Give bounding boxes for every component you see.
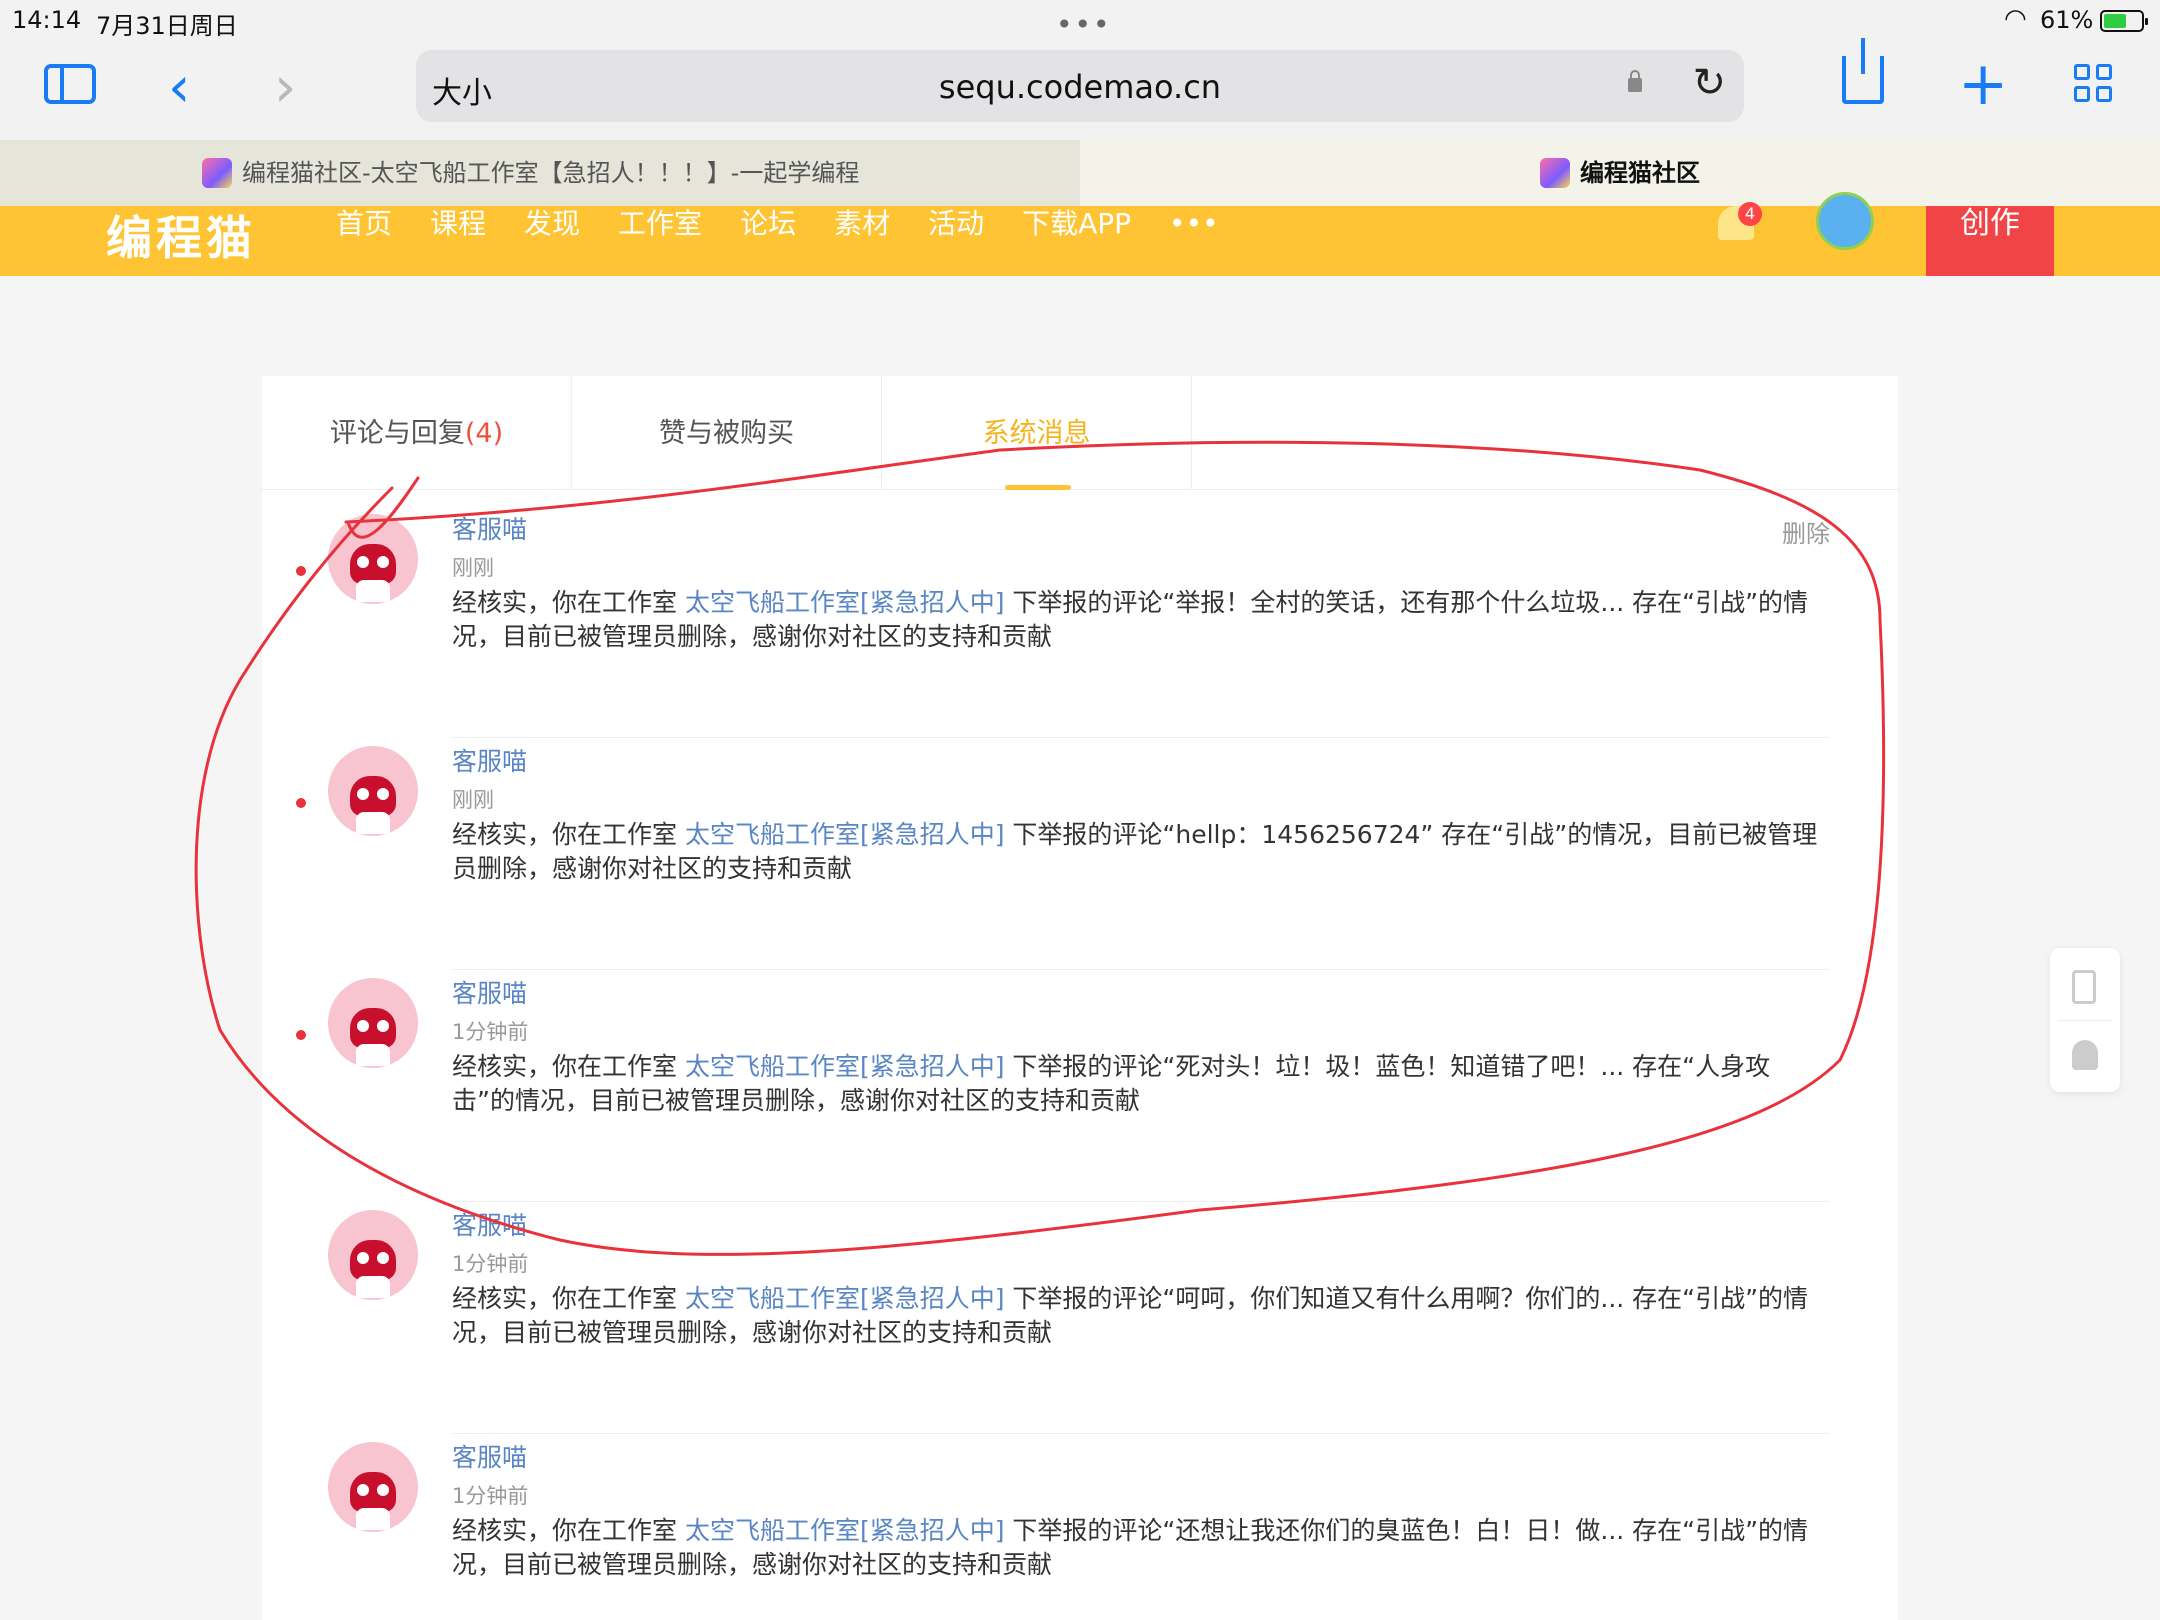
tab-system-messages[interactable]: 系统消息 [882,376,1192,490]
tab-comments-replies[interactable]: 评论与回复(4) [262,376,572,490]
message-prefix: 经核实，你在工作室 [452,1516,685,1545]
sender-name[interactable]: 客服喵 [452,1438,527,1474]
tab-likes-purchases[interactable]: 赞与被购买 [572,376,882,490]
tab-label: 评论与回复 [329,418,465,449]
studio-link[interactable]: 太空飞船工作室[紧急招人中] [685,1284,1005,1313]
message-prefix: 经核实，你在工作室 [452,1284,685,1313]
sender-name[interactable]: 客服喵 [452,1206,527,1242]
battery-percent: 61% [2040,6,2094,34]
message-center: 评论与回复(4) 赞与被购买 系统消息 客服喵 刚刚 删除 经核实，你在工作室 太空飞… [262,376,1898,1620]
message-tabs: 评论与回复(4) 赞与被购买 系统消息 [262,376,1898,490]
studio-link[interactable]: 太空飞船工作室[紧急招人中] [685,1516,1005,1545]
browser-tab-studio[interactable]: 编程猫社区-太空飞船工作室【急招人！！！】-一起学编程 ✕ [0,140,1124,206]
nav-item-download-app[interactable]: 下载APP [1022,206,1131,242]
studio-link[interactable]: 太空飞船工作室[紧急招人中] [685,820,1005,849]
sender-avatar[interactable] [328,1442,418,1532]
sidebar-toggle-icon[interactable] [44,64,96,104]
phone-icon[interactable] [2072,970,2096,1004]
studio-link[interactable]: 太空飞船工作室[紧急招人中] [685,1052,1005,1081]
sender-name[interactable]: 客服喵 [452,510,527,546]
tab-overview-icon[interactable] [2074,64,2114,104]
status-bar: 14:14 7月31日周日 ••• ◠ 61% [0,0,2160,42]
message-time: 1分钟前 [452,1020,529,1044]
message-text: 经核实，你在工作室 太空飞船工作室[紧急招人中] 下举报的评论“呵呵，你们知道又… [452,1282,1824,1350]
back-icon[interactable]: ‹ [168,60,190,116]
notification-badge: 4 [1738,202,1762,226]
message-time: 1分钟前 [452,1252,529,1276]
message-item: 客服喵刚刚经核实，你在工作室 太空飞船工作室[紧急招人中] 下举报的评论“hel… [262,738,1898,970]
nav-item-home[interactable]: 首页 [336,206,392,242]
nav-item-courses[interactable]: 课程 [430,206,486,242]
message-item: 客服喵刚刚 删除经核实，你在工作室 太空飞船工作室[紧急招人中] 下举报的评论“举… [262,506,1898,738]
sender-avatar[interactable] [328,1210,418,1300]
codemao-favicon-icon [1540,158,1570,188]
tab-label: 赞与被购买 [659,418,794,449]
site-header: 编程猫 首页 课程 发现 工作室 论坛 素材 活动 下载APP ••• 4 创作 [0,192,2160,276]
lock-icon [1628,70,1642,92]
reload-icon[interactable]: ↻ [1692,60,1726,106]
floating-panel [2050,948,2120,1092]
feedback-bell-icon[interactable] [2072,1040,2098,1070]
tab-label: 系统消息 [982,418,1091,449]
nav-item-events[interactable]: 活动 [928,206,984,242]
browser-toolbar: ‹ › 大小 sequ.codemao.cn ↻ + [0,38,2160,140]
unread-dot [296,1030,306,1040]
sender-avatar[interactable] [328,746,418,836]
message-prefix: 经核实，你在工作室 [452,588,685,617]
nav-item-forum[interactable]: 论坛 [740,206,796,242]
nav-item-discover[interactable]: 发现 [524,206,580,242]
new-tab-icon[interactable]: + [1958,54,2008,114]
sender-avatar[interactable] [328,978,418,1068]
studio-link[interactable]: 太空飞船工作室[紧急招人中] [685,588,1005,617]
url-text[interactable]: sequ.codemao.cn [416,68,1744,106]
site-nav: 首页 课程 发现 工作室 论坛 素材 活动 下载APP ••• [336,206,1257,276]
sender-name[interactable]: 客服喵 [452,742,527,778]
multitask-dots-icon[interactable]: ••• [1056,8,1112,41]
sender-avatar[interactable] [328,514,418,604]
create-button[interactable]: 创作 [1926,206,2054,276]
divider [2058,1020,2112,1021]
delete-button[interactable]: 删除 [1782,514,1830,549]
message-item: 客服喵 1分钟前经核实，你在工作室 太空飞船工作室[紧急招人中] 下举报的评论“呵… [262,1202,1898,1434]
nav-more-icon[interactable]: ••• [1169,206,1219,242]
message-item: 客服喵 1分钟前经核实，你在工作室 太空飞船工作室[紧急招人中] 下举报的评论“还… [262,1434,1898,1620]
message-item: 客服喵 1分钟前经核实，你在工作室 太空飞船工作室[紧急招人中] 下举报的评论“死… [262,970,1898,1202]
sender-name[interactable]: 客服喵 [452,974,527,1010]
status-date: 7月31日周日 [96,12,238,40]
address-bar[interactable]: 大小 sequ.codemao.cn ↻ [416,50,1744,122]
browser-tab-title: 编程猫社区 [1580,159,1700,187]
browser-tab-community[interactable]: 编程猫社区 [1080,140,2160,206]
codemao-favicon-icon [202,158,232,188]
message-time: 刚刚 [452,556,494,580]
unread-dot [296,798,306,808]
message-text: 经核实，你在工作室 太空飞船工作室[紧急招人中] 下举报的评论“死对头！垃！圾！… [452,1050,1824,1118]
status-time: 14:14 [12,6,82,34]
forward-icon[interactable]: › [274,60,296,116]
nav-item-assets[interactable]: 素材 [834,206,890,242]
site-logo[interactable]: 编程猫 [106,202,256,268]
message-text: 经核实，你在工作室 太空飞船工作室[紧急招人中] 下举报的评论“举报！全村的笑话… [452,586,1824,654]
unread-dot [296,566,306,576]
message-time: 刚刚 [452,788,494,812]
message-text: 经核实，你在工作室 太空飞船工作室[紧急招人中] 下举报的评论“还想让我还你们的… [452,1514,1824,1582]
tab-count: (4) [464,418,504,449]
message-text: 经核实，你在工作室 太空飞船工作室[紧急招人中] 下举报的评论“hellp：14… [452,818,1824,886]
nav-item-studio[interactable]: 工作室 [618,206,702,242]
browser-tab-title: 编程猫社区-太空飞船工作室【急招人！！！】-一起学编程 [242,159,860,187]
battery-icon [2100,10,2148,32]
message-time: 1分钟前 [452,1484,529,1508]
user-avatar[interactable] [1816,192,1874,250]
message-prefix: 经核实，你在工作室 [452,820,685,849]
message-prefix: 经核实，你在工作室 [452,1052,685,1081]
wifi-icon: ◠ [2004,4,2027,34]
share-icon[interactable] [1842,38,1884,104]
